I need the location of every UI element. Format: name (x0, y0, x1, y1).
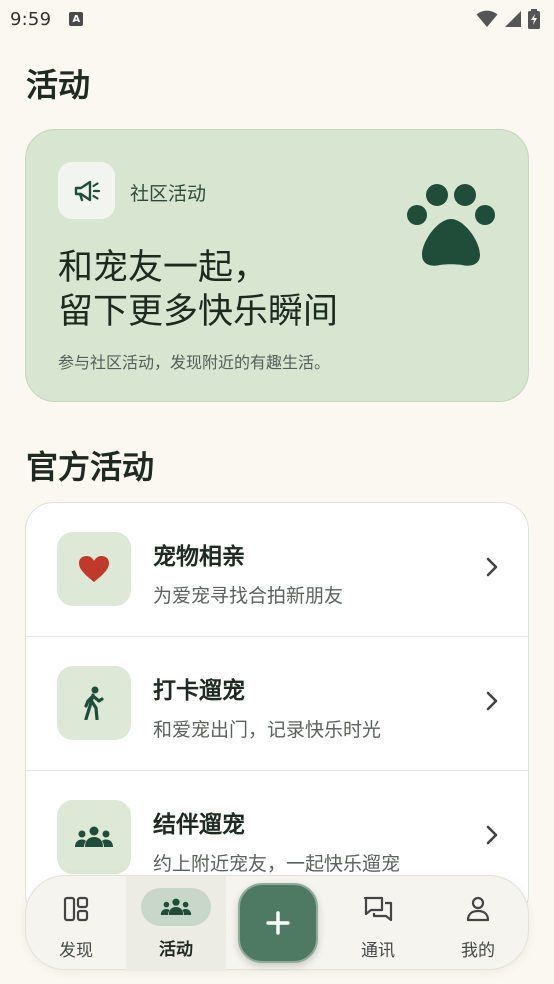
page-title: 活动 (26, 66, 91, 104)
activity-subtitle: 约上附近宠友，一起快乐遛宠 (153, 853, 401, 875)
group-icon (160, 898, 192, 915)
nav-item-profile[interactable]: 我的 (428, 876, 528, 971)
group-icon-box (57, 800, 131, 874)
nav-item-messages[interactable]: 通讯 (328, 876, 428, 971)
nav-item-discover[interactable]: 发现 (26, 876, 126, 971)
nav-label: 活动 (159, 940, 193, 960)
nav-label: 我的 (461, 941, 495, 961)
status-bar: 9:59 A (0, 0, 554, 38)
nav-label: 通讯 (361, 941, 395, 961)
paw-icon (407, 184, 495, 266)
heart-icon-box (57, 532, 131, 606)
nav-active-pill (141, 888, 211, 926)
community-hero-card[interactable]: 社区活动 和宠友一起， 留下更多快乐瞬间 参与社区活动，发现附近的有趣生活。 (25, 129, 529, 402)
hero-tag: 社区活动 (130, 183, 207, 205)
activity-subtitle: 和爱宠出门，记录快乐时光 (153, 719, 382, 741)
chevron-right-icon (486, 825, 498, 845)
nav-item-activities[interactable]: 活动 (126, 876, 226, 971)
plus-icon (266, 911, 290, 935)
section-title: 官方活动 (26, 448, 155, 486)
hero-headline-line1: 和宠友一起， (58, 248, 269, 288)
status-time: 9:59 (10, 8, 52, 30)
activity-title: 结伴遛宠 (153, 812, 245, 838)
signal-icon (505, 11, 521, 27)
walking-person-icon-box (57, 666, 131, 740)
battery-icon (528, 9, 540, 29)
dashboard-icon (63, 896, 89, 922)
activity-row-pet-dating[interactable]: 宠物相亲 为爱宠寻找合拍新朋友 (26, 503, 528, 637)
chat-icon (363, 896, 393, 922)
activity-title: 打卡遛宠 (153, 678, 245, 704)
wifi-icon (476, 10, 498, 27)
walking-person-icon (84, 686, 104, 720)
activity-title: 宠物相亲 (153, 544, 245, 570)
hero-headline: 和宠友一起， 留下更多快乐瞬间 (58, 246, 338, 334)
hero-subtitle: 参与社区活动，发现附近的有趣生活。 (58, 353, 331, 372)
add-button[interactable] (238, 883, 318, 963)
group-icon (75, 826, 113, 847)
nav-label: 发现 (59, 941, 93, 961)
bottom-nav: 发现 活动 通讯 我的 (25, 875, 529, 971)
chevron-right-icon (486, 557, 498, 577)
activity-subtitle: 为爱宠寻找合拍新朋友 (153, 585, 344, 607)
megaphone-icon-box (58, 162, 115, 219)
status-icons (476, 9, 540, 29)
activity-row-checkin-walk[interactable]: 打卡遛宠 和爱宠出门，记录快乐时光 (26, 637, 528, 771)
chevron-right-icon (486, 691, 498, 711)
person-icon (466, 896, 490, 922)
notification-a-icon: A (69, 12, 84, 26)
heart-icon (79, 556, 109, 582)
activity-list: 宠物相亲 为爱宠寻找合拍新朋友 打卡遛宠 和爱宠出门，记录快乐时光 结伴遛宠 约… (25, 502, 529, 922)
hero-headline-line2: 留下更多快乐瞬间 (58, 292, 339, 332)
megaphone-icon (74, 180, 100, 201)
